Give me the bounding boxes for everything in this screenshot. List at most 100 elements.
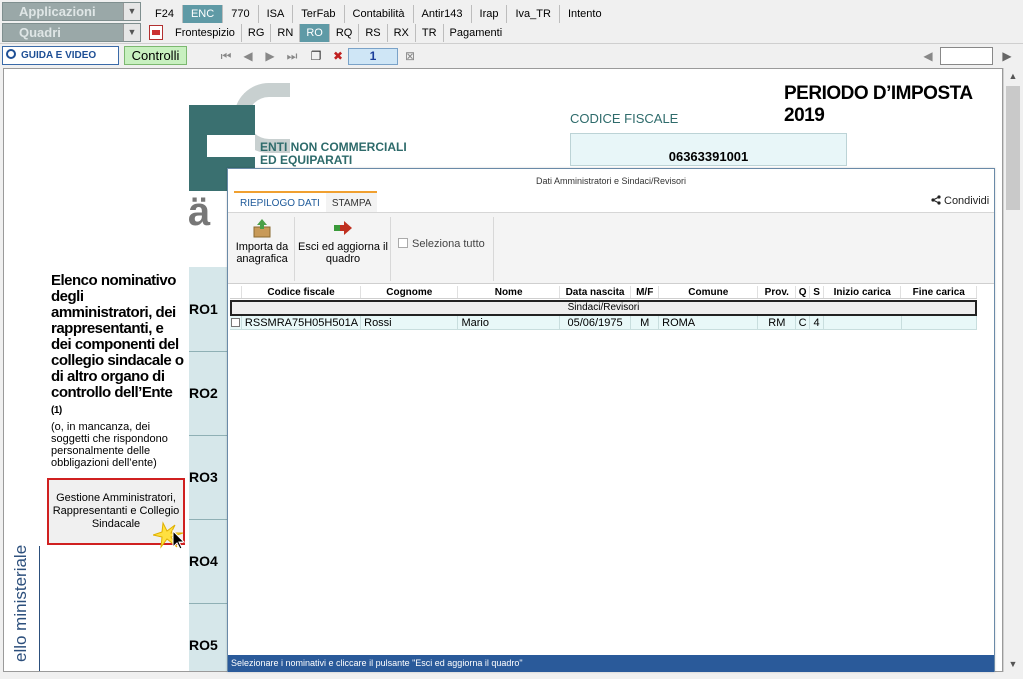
grid-rows: RSSMRA75H05H501A Rossi Mario 05/06/1975 M ROM… — [230, 316, 977, 330]
guida-video-button[interactable]: GUIDA E VIDEO — [2, 46, 119, 65]
quadri-dropdown[interactable]: Quadri ▼ — [2, 23, 141, 42]
controlli-button[interactable]: Controlli — [124, 46, 187, 65]
tab-770[interactable]: 770 — [223, 4, 259, 23]
column-header[interactable]: Fine carica — [901, 286, 977, 298]
elenco-note: (1) — [51, 405, 62, 416]
scroll-down-icon[interactable]: ▼ — [1004, 656, 1022, 672]
table-row[interactable]: RSSMRA75H05H501A Rossi Mario 05/06/1975 M ROM… — [230, 316, 977, 330]
cell-inizio[interactable] — [824, 316, 902, 329]
tab-quadro-frontespizio[interactable]: Frontespizio — [169, 23, 242, 42]
tab-quadro-rx[interactable]: RX — [388, 23, 416, 42]
ribbon-separator — [493, 217, 494, 281]
group-row-sindaci[interactable]: Sindaci/Revisori — [230, 300, 977, 316]
column-header[interactable]: Comune — [659, 286, 759, 298]
cell-comune[interactable]: ROMA — [659, 316, 759, 329]
exit-arrow-icon — [334, 221, 352, 235]
seleziona-tutto-checkbox[interactable]: Seleziona tutto — [398, 238, 485, 250]
delete-page-icon[interactable]: ✖ — [330, 48, 346, 64]
cell-nome[interactable]: Mario — [458, 316, 560, 329]
chevron-down-icon[interactable]: ▼ — [123, 3, 140, 20]
cell-fine[interactable] — [902, 316, 977, 329]
column-header[interactable]: Prov. — [758, 286, 797, 298]
ro-row-label: RO3 — [189, 469, 218, 485]
guida-label: GUIDA E VIDEO — [21, 50, 97, 61]
cell-cognome[interactable]: Rossi — [361, 316, 459, 329]
grid-header-check — [230, 286, 242, 298]
scroll-left-icon[interactable]: ◀ — [920, 48, 936, 64]
cell-cf[interactable]: RSSMRA75H05H501A — [242, 316, 362, 329]
vertical-scrollbar[interactable]: ▲ ▼ — [1003, 68, 1021, 672]
column-header[interactable]: Inizio carica — [824, 286, 902, 298]
column-header[interactable]: S — [810, 286, 824, 298]
new-page-icon[interactable]: ❐ — [308, 48, 324, 64]
ro-column: RO1 RO2 RO3 RO4 RO5 — [189, 267, 229, 671]
tab-quadro-ro[interactable]: RO — [300, 23, 330, 42]
chevron-down-icon[interactable]: ▼ — [123, 24, 140, 41]
page-number[interactable]: 1 — [348, 48, 398, 65]
scrollbar-thumb[interactable] — [1006, 86, 1020, 210]
tab-quadro-pagamenti[interactable]: Pagamenti — [444, 24, 509, 42]
tab-intento[interactable]: Intento — [560, 5, 610, 23]
esci-aggiorna-button[interactable]: Esci ed aggiorna il quadro — [298, 218, 388, 265]
cell-s[interactable]: 4 — [810, 316, 825, 329]
cell-q[interactable]: C — [796, 316, 811, 329]
agency-logo: ä — [188, 190, 211, 234]
cell-data[interactable]: 05/06/1975 — [560, 316, 632, 329]
checkbox-icon[interactable] — [231, 318, 240, 327]
codice-fiscale-value: 06363391001 — [668, 149, 749, 164]
column-header[interactable]: M/F — [631, 286, 660, 298]
tab-iva-tr[interactable]: Iva_TR — [507, 4, 560, 23]
ribbon-separator — [390, 217, 391, 281]
share-icon — [931, 195, 941, 205]
ministeriale-vertical-text: ello ministeriale — [11, 544, 30, 662]
cell-mf[interactable]: M — [631, 316, 660, 329]
tab-enc[interactable]: ENC — [182, 4, 224, 23]
next-page-icon[interactable]: ▶ — [262, 48, 278, 64]
column-header[interactable]: Codice fiscale — [242, 286, 362, 298]
checkbox-icon[interactable] — [398, 238, 408, 248]
column-header[interactable]: Nome — [458, 286, 560, 298]
dialog-tabs: RIEPILOGO DATI STAMPA — [234, 191, 378, 213]
seleziona-label: Seleziona tutto — [412, 238, 485, 250]
tab-stampa[interactable]: STAMPA — [325, 191, 378, 213]
condividi-button[interactable]: Condividi — [931, 195, 989, 207]
applicazioni-label: Applicazioni — [19, 4, 96, 19]
tab-quadro-rs[interactable]: RS — [359, 23, 388, 42]
applicazioni-dropdown[interactable]: Applicazioni ▼ — [2, 2, 141, 21]
tab-antir143[interactable]: Antir143 — [414, 4, 472, 23]
quadri-tabs-bar: Frontespizio RG RN RO RQ RS RX TR Pagamenti — [147, 23, 508, 42]
dialog-ribbon: Importa da anagrafica Esci ed aggiorna i… — [228, 212, 994, 284]
tab-irap[interactable]: Irap — [472, 4, 508, 23]
elenco-title-text: Elenco nominativo degli amministratori, … — [51, 272, 184, 401]
top-bar: Applicazioni ▼ Quadri ▼ F24 ENC 770 ISA TerF… — [0, 0, 1023, 44]
cell-prov[interactable]: RM — [758, 316, 797, 329]
column-header[interactable]: Data nascita — [560, 286, 632, 298]
esci-label: Esci ed aggiorna il quadro — [298, 241, 388, 265]
first-page-icon[interactable]: ⏮ — [218, 48, 234, 64]
tab-quadro-tr[interactable]: TR — [416, 23, 444, 42]
column-header[interactable]: Q — [796, 286, 811, 298]
tab-riepilogo-dati[interactable]: RIEPILOGO DATI — [234, 191, 326, 213]
prev-page-icon[interactable]: ◀ — [240, 48, 256, 64]
tab-quadro-rg[interactable]: RG — [242, 23, 272, 42]
codice-fiscale-label: CODICE FISCALE — [570, 111, 679, 126]
importa-anagrafica-button[interactable]: Importa da anagrafica — [232, 218, 292, 265]
close-page-icon[interactable]: ⊠ — [402, 48, 418, 64]
search-box[interactable] — [940, 47, 993, 65]
row-checkbox[interactable] — [230, 316, 242, 329]
tab-contabilit-[interactable]: Contabilità — [345, 4, 414, 23]
ro-row-divider — [189, 519, 229, 520]
tab-terfab[interactable]: TerFab — [293, 4, 345, 23]
pdf-icon[interactable] — [149, 25, 163, 40]
codice-fiscale-field[interactable]: 06363391001 — [570, 133, 847, 166]
last-page-icon[interactable]: ⏭ — [284, 48, 300, 64]
tab-quadro-rn[interactable]: RN — [271, 23, 301, 42]
ro-row-divider — [189, 435, 229, 436]
search-icon — [6, 49, 16, 59]
scroll-up-icon[interactable]: ▲ — [1004, 68, 1022, 84]
column-header[interactable]: Cognome — [361, 286, 459, 298]
tab-isa[interactable]: ISA — [259, 4, 294, 23]
tab-f24[interactable]: F24 — [147, 4, 183, 23]
scroll-right-icon[interactable]: ▶ — [999, 48, 1015, 64]
tab-quadro-rq[interactable]: RQ — [330, 23, 360, 42]
